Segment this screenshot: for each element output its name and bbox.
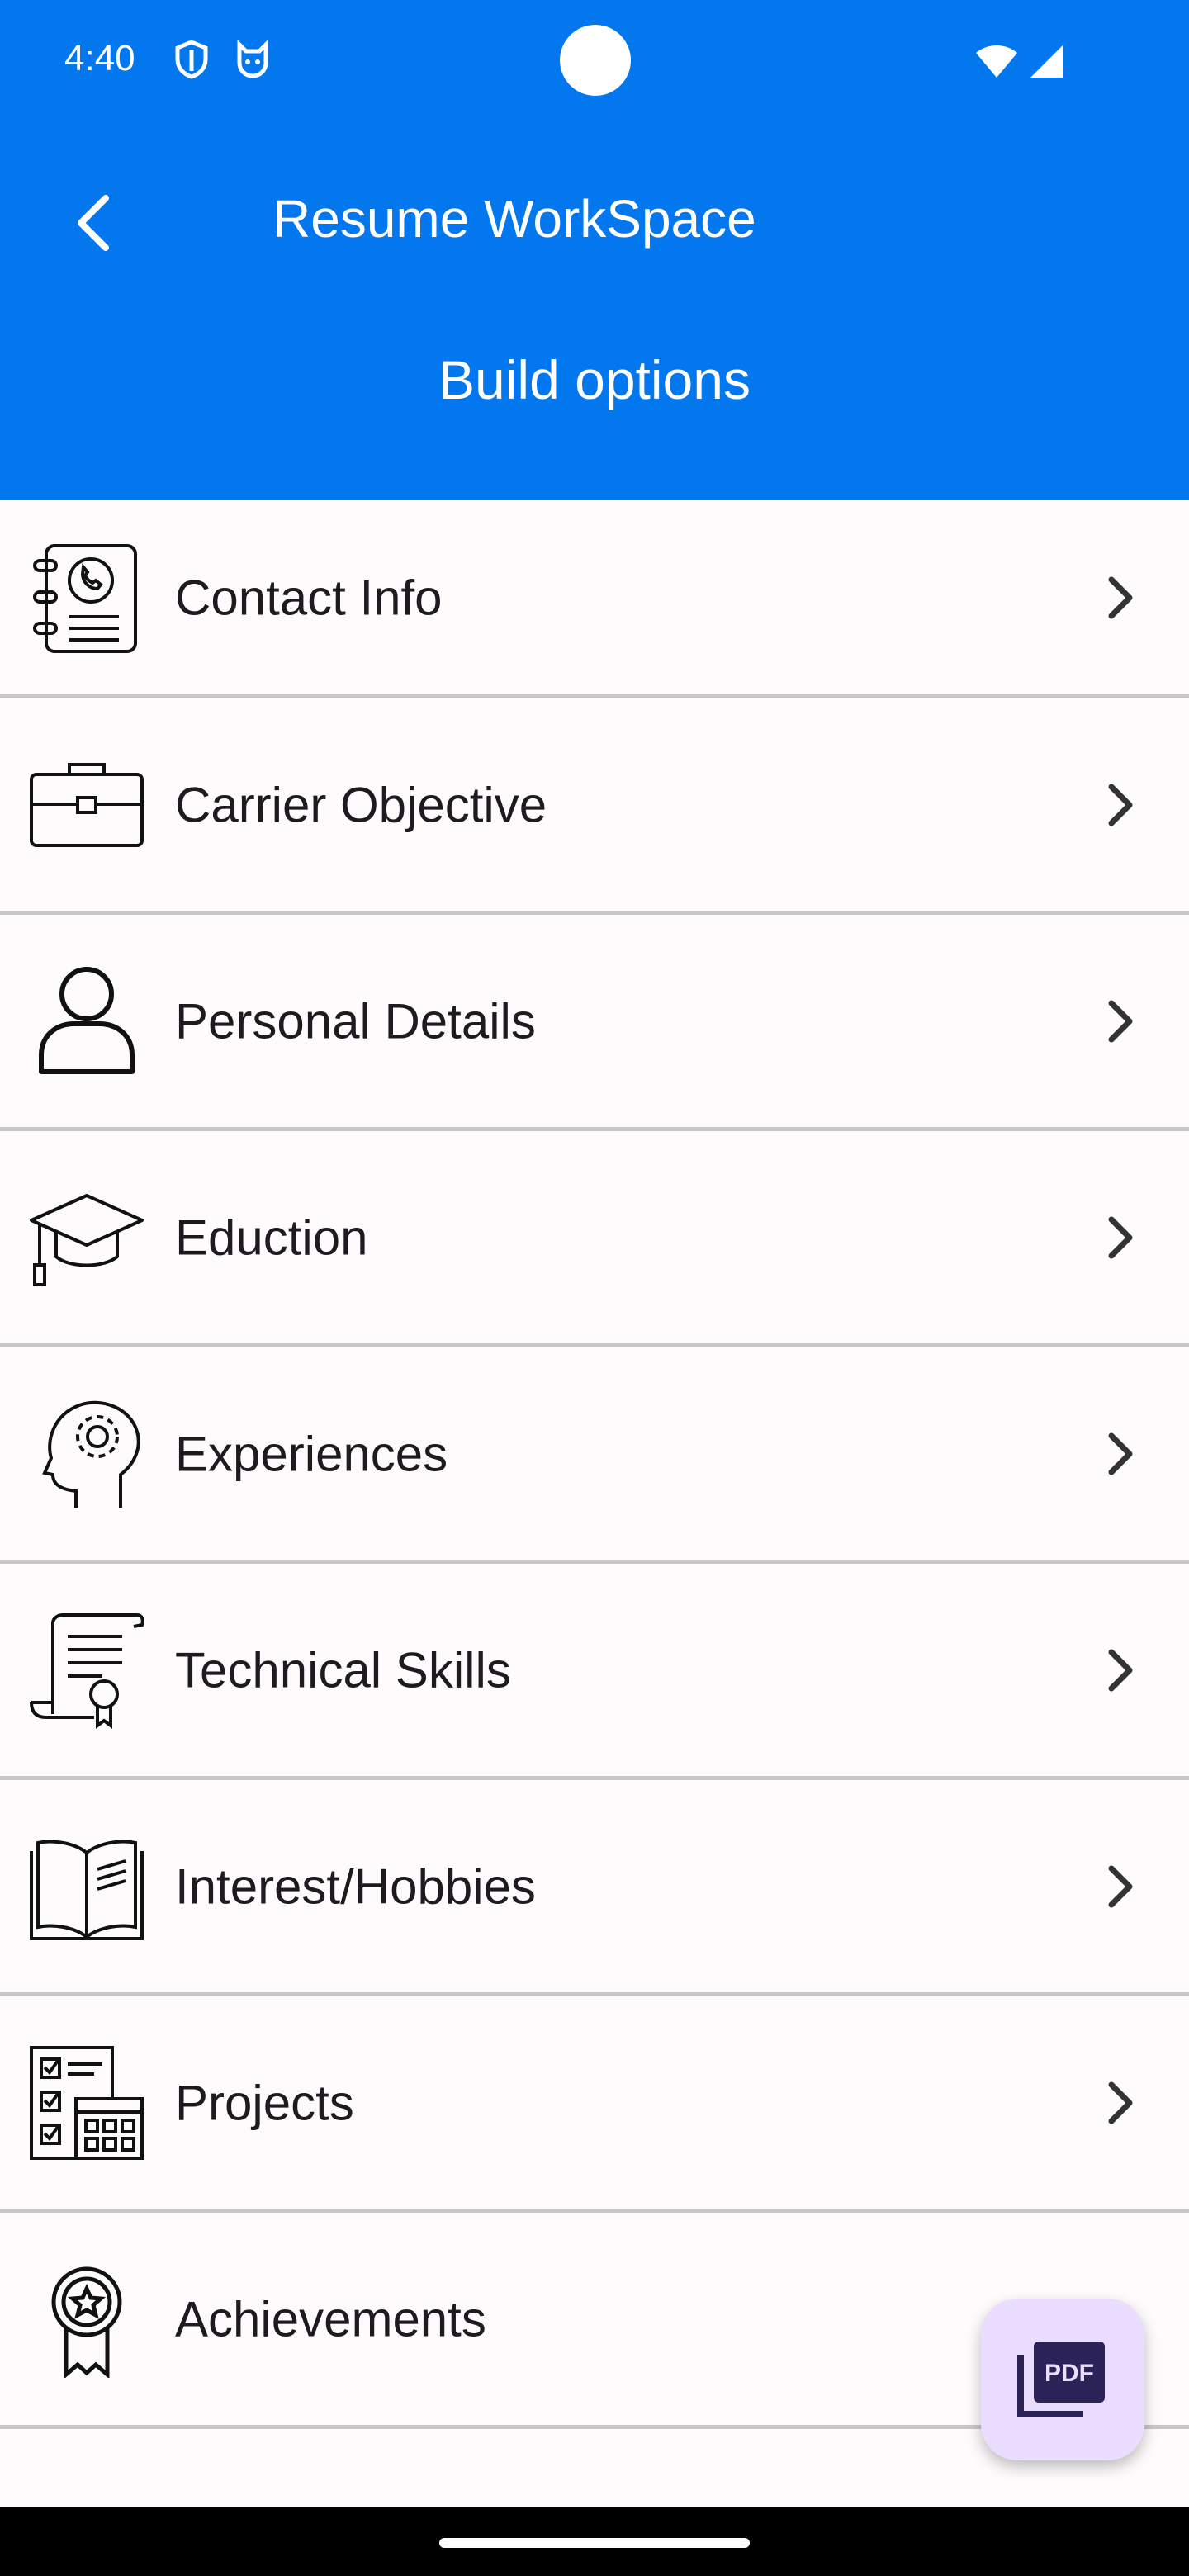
back-arrow-icon	[78, 195, 109, 251]
checklist-calendar-icon	[28, 2044, 145, 2162]
option-label: Experiences	[175, 1426, 448, 1481]
option-carrier-objective[interactable]: Carrier Objective	[0, 698, 1189, 915]
option-label: Technical Skills	[175, 1642, 511, 1698]
shield-icon	[173, 40, 210, 79]
option-label: Interest/Hobbies	[175, 1859, 536, 1914]
certificate-scroll-icon	[28, 1612, 145, 1729]
page-title: Resume WorkSpace	[272, 189, 756, 249]
chevron-right-icon	[1105, 2080, 1138, 2126]
status-right-icons	[974, 43, 1065, 79]
award-ribbon-icon	[28, 2261, 145, 2378]
page-subtitle: Build options	[438, 349, 751, 410]
home-gesture-handle[interactable]	[439, 2538, 750, 2548]
option-interest-hobbies[interactable]: Interest/Hobbies	[0, 1780, 1189, 1996]
chevron-right-icon	[1105, 1431, 1138, 1477]
cat-face-icon	[233, 40, 272, 79]
option-contact-info[interactable]: Contact Info	[0, 500, 1189, 698]
system-nav-bar	[0, 2507, 1189, 2576]
option-label: Contact Info	[175, 570, 443, 625]
briefcase-icon	[28, 746, 145, 864]
chevron-right-icon	[1105, 575, 1138, 621]
status-time: 4:40	[64, 38, 135, 78]
option-label: Personal Details	[175, 993, 536, 1049]
app-bar: 4:40 Resume WorkSpace Build options	[0, 0, 1189, 500]
svg-text:PDF: PDF	[1045, 2360, 1094, 2387]
option-experiences[interactable]: Experiences	[0, 1347, 1189, 1564]
status-left-icons	[173, 40, 272, 79]
camera-cutout	[560, 25, 631, 96]
person-icon	[28, 963, 145, 1080]
option-eduction[interactable]: Eduction	[0, 1131, 1189, 1347]
option-label: Projects	[175, 2075, 354, 2130]
option-technical-skills[interactable]: Technical Skills	[0, 1564, 1189, 1780]
chevron-right-icon	[1105, 1215, 1138, 1261]
chevron-right-icon	[1105, 1863, 1138, 1910]
cell-signal-icon	[1029, 43, 1065, 79]
chevron-right-icon	[1105, 1647, 1138, 1693]
head-gear-icon	[28, 1395, 145, 1513]
chevron-right-icon	[1105, 998, 1138, 1044]
back-button[interactable]	[66, 190, 124, 256]
chevron-right-icon	[1105, 782, 1138, 828]
option-label: Carrier Objective	[175, 777, 547, 832]
option-label: Achievements	[175, 2291, 486, 2346]
export-pdf-button[interactable]: PDF	[981, 2299, 1144, 2460]
open-book-icon	[28, 1828, 145, 1945]
option-label: Eduction	[175, 1210, 368, 1265]
graduation-cap-icon	[28, 1179, 145, 1296]
option-projects[interactable]: Projects	[0, 1996, 1189, 2213]
build-options-list: Contact Info Carrier Objective Personal …	[0, 500, 1189, 2429]
pdf-icon: PDF	[1017, 2342, 1105, 2417]
option-personal-details[interactable]: Personal Details	[0, 915, 1189, 1131]
contact-book-icon	[28, 539, 145, 656]
wifi-icon	[974, 45, 1019, 79]
